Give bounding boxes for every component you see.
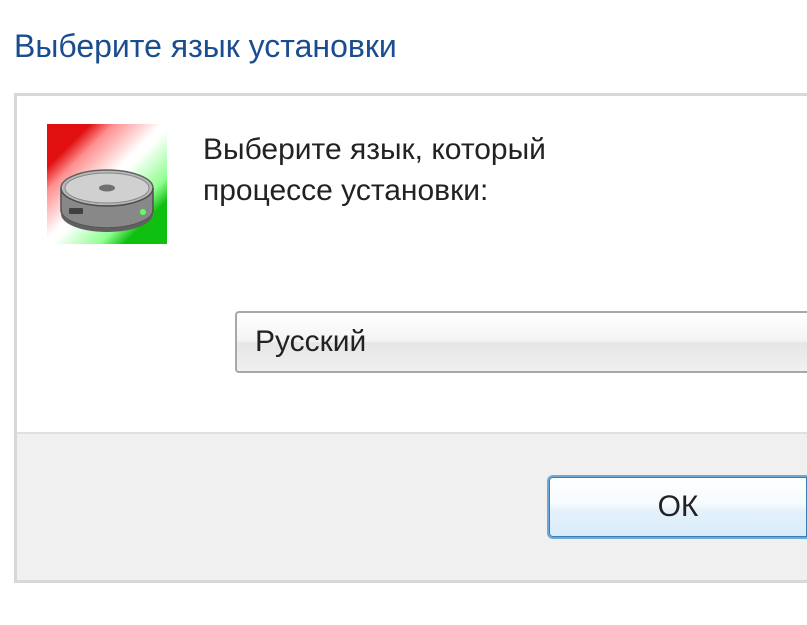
language-dropdown-wrap: Русский: [235, 311, 807, 373]
prompt-text: Выберите язык, который процессе установк…: [203, 124, 546, 436]
button-bar: ОК: [17, 432, 807, 580]
installer-icon: [47, 124, 167, 244]
prompt-line-2: процессе установки:: [203, 174, 488, 207]
content-area: Выберите язык, который процессе установк…: [17, 96, 807, 436]
language-selected-value: Русский: [255, 325, 366, 359]
language-dropdown[interactable]: Русский: [235, 311, 807, 373]
prompt-line-1: Выберите язык, который: [203, 133, 546, 166]
window-title: Выберите язык установки: [0, 0, 807, 93]
ok-button[interactable]: ОК: [547, 475, 807, 539]
dialog-body: Выберите язык, который процессе установк…: [14, 93, 807, 583]
